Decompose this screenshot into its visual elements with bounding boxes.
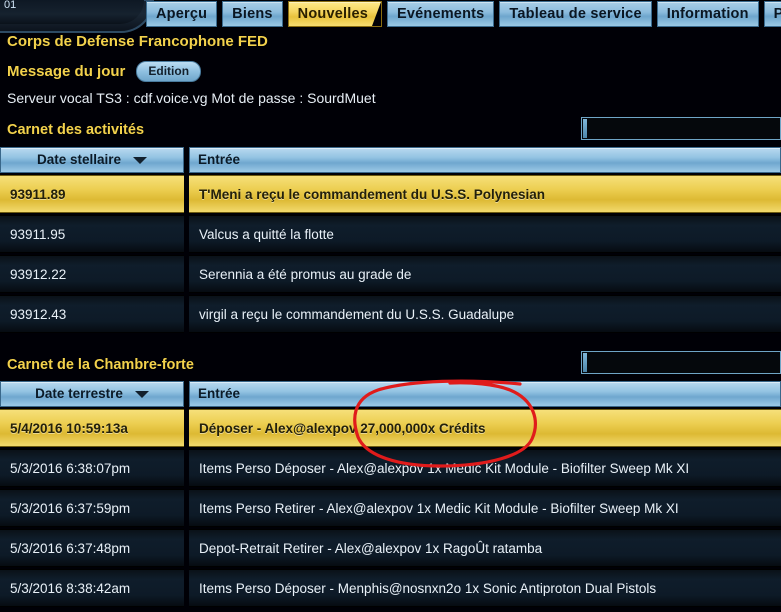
activity-log-table: Date stellaire Entrée 93911.89 T'Meni a … bbox=[0, 147, 781, 335]
cell-date: 5/3/2016 8:38:42am bbox=[0, 569, 184, 607]
column-header-entree[interactable]: Entrée bbox=[189, 147, 781, 173]
cell-date: 93912.43 bbox=[0, 295, 184, 333]
activity-search-input[interactable] bbox=[590, 118, 777, 139]
vault-log-search[interactable] bbox=[581, 351, 781, 374]
vault-table-header: Date terrestre Entrée bbox=[0, 381, 781, 409]
tab-biens[interactable]: Biens bbox=[222, 1, 283, 27]
table-row[interactable]: 93911.95 Valcus a quitté la flotte bbox=[0, 215, 781, 255]
tab-information[interactable]: Information bbox=[656, 1, 759, 27]
tab-parametres[interactable]: Param bbox=[763, 1, 781, 27]
cell-entry: Items Perso Retirer - Alex@alexpov 1x Me… bbox=[189, 489, 781, 527]
message-of-the-day-row: Message du jour Edition bbox=[7, 61, 202, 82]
table-row[interactable]: 93912.22 Serennia a été promus au grade … bbox=[0, 255, 781, 295]
window-corner-frame bbox=[0, 0, 154, 33]
tab-tableau-de-service[interactable]: Tableau de service bbox=[499, 1, 652, 27]
column-header-date-label: Date terrestre bbox=[35, 386, 123, 401]
corner-inner-plate bbox=[0, 0, 144, 24]
voice-server-info: Serveur vocal TS3 : cdf.voice.vg Mot de … bbox=[7, 90, 376, 106]
cell-entry: T'Meni a reçu le commandement du U.S.S. … bbox=[189, 175, 781, 213]
cell-date: 93911.95 bbox=[0, 215, 184, 253]
cell-entry: virgil a reçu le commandement du U.S.S. … bbox=[189, 295, 781, 333]
fleet-name: Corps de Defense Francophone FED bbox=[7, 33, 268, 50]
cell-entry: Items Perso Déposer - Alex@alexpov 1x Me… bbox=[189, 449, 781, 487]
activity-log-search[interactable] bbox=[581, 117, 781, 140]
table-row[interactable]: 5/4/2016 10:59:13a Déposer - Alex@alexpo… bbox=[0, 409, 781, 449]
cell-entry: Depot-Retrait Retirer - Alex@alexpov 1x … bbox=[189, 529, 781, 567]
fleet-window: 01 Aperçu Biens Nouvelles Evénements Tab… bbox=[0, 0, 781, 612]
vault-log-table: Date terrestre Entrée 5/4/2016 10:59:13a… bbox=[0, 381, 781, 609]
cell-date: 93912.22 bbox=[0, 255, 184, 293]
column-header-date-stellaire[interactable]: Date stellaire bbox=[0, 147, 184, 173]
tab-evenements[interactable]: Evénements bbox=[386, 1, 495, 27]
chevron-down-icon[interactable] bbox=[134, 390, 149, 398]
cell-date: 5/3/2016 6:37:48pm bbox=[0, 529, 184, 567]
activity-table-header: Date stellaire Entrée bbox=[0, 147, 781, 175]
search-caret-icon bbox=[583, 119, 587, 138]
table-row[interactable]: 5/3/2016 6:37:48pm Depot-Retrait Retirer… bbox=[0, 529, 781, 569]
column-header-entry-label: Entrée bbox=[198, 386, 241, 401]
search-caret-icon bbox=[583, 353, 587, 372]
column-header-date-terrestre[interactable]: Date terrestre bbox=[0, 381, 184, 407]
cell-date: 5/3/2016 6:38:07pm bbox=[0, 449, 184, 487]
cell-entry: Valcus a quitté la flotte bbox=[189, 215, 781, 253]
cell-date: 5/4/2016 10:59:13a bbox=[0, 409, 184, 447]
cell-date: 5/3/2016 6:37:59pm bbox=[0, 489, 184, 527]
activity-log-title: Carnet des activités bbox=[7, 122, 145, 138]
chevron-down-icon[interactable] bbox=[133, 156, 148, 164]
tab-nouvelles[interactable]: Nouvelles bbox=[287, 1, 382, 27]
cell-entry: Items Perso Déposer - Menphis@nosnxn2o 1… bbox=[189, 569, 781, 607]
table-row[interactable]: 93911.89 T'Meni a reçu le commandement d… bbox=[0, 175, 781, 215]
vault-search-box[interactable] bbox=[581, 351, 781, 374]
cell-entry: Serennia a été promus au grade de bbox=[189, 255, 781, 293]
titlebar: 01 Aperçu Biens Nouvelles Evénements Tab… bbox=[0, 0, 781, 33]
cell-date: 93911.89 bbox=[0, 175, 184, 213]
activity-search-box[interactable] bbox=[581, 117, 781, 140]
table-row[interactable]: 5/3/2016 8:38:42am Items Perso Déposer -… bbox=[0, 569, 781, 609]
edit-motd-button[interactable]: Edition bbox=[136, 61, 202, 82]
table-row[interactable]: 5/3/2016 6:38:07pm Items Perso Déposer -… bbox=[0, 449, 781, 489]
cell-entry: Déposer - Alex@alexpov 27,000,000x Crédi… bbox=[189, 409, 781, 447]
table-row[interactable]: 93912.43 virgil a reçu le commandement d… bbox=[0, 295, 781, 335]
motd-label: Message du jour bbox=[7, 63, 126, 80]
vault-log-title: Carnet de la Chambre-forte bbox=[7, 357, 194, 373]
table-row[interactable]: 5/3/2016 6:37:59pm Items Perso Retirer -… bbox=[0, 489, 781, 529]
tab-apercu[interactable]: Aperçu bbox=[146, 1, 218, 27]
vault-search-input[interactable] bbox=[590, 352, 777, 373]
column-header-entry-label: Entrée bbox=[198, 152, 241, 167]
column-header-entree[interactable]: Entrée bbox=[189, 381, 781, 407]
column-header-date-label: Date stellaire bbox=[36, 152, 122, 167]
main-tabs: Aperçu Biens Nouvelles Evénements Tablea… bbox=[146, 1, 781, 28]
corner-number-label: 01 bbox=[4, 0, 17, 11]
